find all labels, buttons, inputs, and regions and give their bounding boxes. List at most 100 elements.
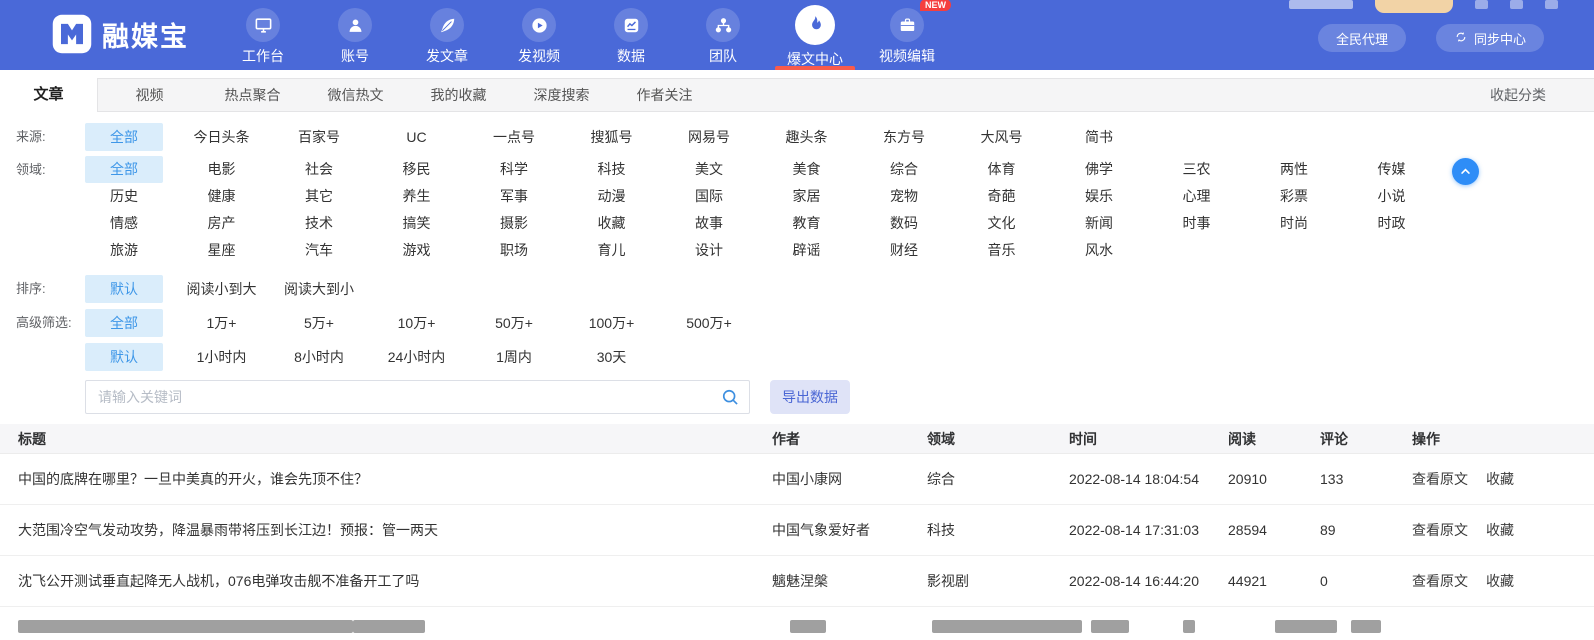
view-original-link[interactable]: 查看原文 [1412,471,1468,487]
field-option[interactable]: 其它 [280,183,358,210]
field-option[interactable]: 房产 [183,210,261,237]
source-option[interactable]: 今日头条 [183,123,261,151]
field-option[interactable]: 娱乐 [1060,183,1138,210]
field-option[interactable]: 彩票 [1255,183,1333,210]
nav-item-chart[interactable]: 数据 [585,0,677,70]
field-option[interactable]: 心理 [1158,183,1236,210]
time-range-option[interactable]: 8小时内 [280,343,358,371]
tab-视频[interactable]: 视频 [98,79,201,113]
time-range-option[interactable]: 24小时内 [378,343,456,371]
nav-item-team[interactable]: 团队 [677,0,769,70]
brand[interactable]: 融媒宝 [0,0,189,56]
field-option[interactable]: 历史 [85,183,163,210]
collapse-categories-link[interactable]: 收起分类 [1490,79,1546,111]
field-option[interactable]: 三农 [1158,156,1236,183]
field-option[interactable]: 摄影 [475,210,553,237]
search-input[interactable] [85,380,750,414]
field-option[interactable]: 汽车 [280,237,358,264]
source-option[interactable]: 大风号 [963,123,1041,151]
field-option[interactable]: 时事 [1158,210,1236,237]
article-title[interactable]: 沈飞公开测试垂直起降无人战机，076电弹攻击舰不准备开工了吗 [0,571,772,591]
source-option[interactable]: 趣头条 [768,123,846,151]
field-option[interactable]: 体育 [963,156,1041,183]
source-option[interactable]: 百家号 [280,123,358,151]
tab-热点聚合[interactable]: 热点聚合 [201,79,304,113]
field-option[interactable]: 情感 [85,210,163,237]
nav-item-monitor[interactable]: 工作台 [217,0,309,70]
field-option[interactable]: 两性 [1255,156,1333,183]
field-option[interactable]: 音乐 [963,237,1041,264]
favorite-link[interactable]: 收藏 [1486,522,1514,538]
field-option[interactable]: 设计 [670,237,748,264]
tab-深度搜索[interactable]: 深度搜索 [510,79,613,113]
sort-option[interactable]: 阅读小到大 [183,275,261,303]
field-option[interactable]: 科技 [573,156,651,183]
source-option[interactable]: 一点号 [475,123,553,151]
reads-range-option[interactable]: 10万+ [378,309,456,337]
time-range-option[interactable]: 1小时内 [183,343,261,371]
nav-item-user[interactable]: 账号 [309,0,401,70]
view-original-link[interactable]: 查看原文 [1412,522,1468,538]
field-option[interactable]: 辟谣 [768,237,846,264]
field-option[interactable]: 小说 [1353,183,1431,210]
reads-range-option[interactable]: 50万+ [475,309,553,337]
time-range-option[interactable]: 30天 [573,343,651,371]
field-option[interactable]: 国际 [670,183,748,210]
field-option[interactable]: 财经 [865,237,943,264]
field-option[interactable]: 电影 [183,156,261,183]
nav-item-flame[interactable]: 爆文中心 [769,0,861,70]
field-option[interactable]: 移民 [378,156,456,183]
tab-作者关注[interactable]: 作者关注 [613,79,716,113]
time-range-option[interactable]: 1周内 [475,343,553,371]
export-data-button[interactable]: 导出数据 [770,380,850,414]
field-option[interactable]: 宠物 [865,183,943,210]
field-option[interactable]: 风水 [1060,237,1138,264]
article-title[interactable]: 大范围冷空气发动攻势，降温暴雨带将压到长江边！预报：管一两天 [0,520,772,540]
field-option[interactable]: 全部 [85,156,163,183]
field-option[interactable]: 养生 [378,183,456,210]
field-option[interactable]: 美文 [670,156,748,183]
sort-option[interactable]: 阅读大到小 [280,275,358,303]
nav-item-feather[interactable]: 发文章 [401,0,493,70]
field-option[interactable]: 文化 [963,210,1041,237]
agency-button[interactable]: 全民代理 [1317,24,1406,52]
field-option[interactable]: 军事 [475,183,553,210]
field-option[interactable]: 数码 [865,210,943,237]
source-option[interactable]: 网易号 [670,123,748,151]
tab-我的收藏[interactable]: 我的收藏 [407,79,510,113]
field-option[interactable]: 美食 [768,156,846,183]
view-original-link[interactable]: 查看原文 [1412,573,1468,589]
field-option[interactable]: 佛学 [1060,156,1138,183]
field-option[interactable]: 搞笑 [378,210,456,237]
field-option[interactable]: 奇葩 [963,183,1041,210]
field-option[interactable]: 新闻 [1060,210,1138,237]
reads-range-option[interactable]: 全部 [85,309,163,337]
field-option[interactable]: 技术 [280,210,358,237]
tab-articles-active[interactable]: 文章 [0,78,97,112]
reads-range-option[interactable]: 100万+ [573,309,651,337]
field-option[interactable]: 传媒 [1353,156,1431,183]
field-option[interactable]: 收藏 [573,210,651,237]
favorite-link[interactable]: 收藏 [1486,573,1514,589]
source-option[interactable]: 简书 [1060,123,1138,151]
field-option[interactable]: 育儿 [573,237,651,264]
sort-option[interactable]: 默认 [85,275,163,303]
source-option[interactable]: 全部 [85,123,163,151]
nav-item-briefcase[interactable]: 视频编辑 NEW [861,0,953,70]
source-option[interactable]: 搜狐号 [573,123,651,151]
tab-微信热文[interactable]: 微信热文 [304,79,407,113]
field-option[interactable]: 时尚 [1255,210,1333,237]
field-option[interactable]: 动漫 [573,183,651,210]
field-option[interactable]: 星座 [183,237,261,264]
field-option[interactable]: 故事 [670,210,748,237]
field-option[interactable]: 家居 [768,183,846,210]
field-option[interactable]: 职场 [475,237,553,264]
article-title[interactable]: 中国的底牌在哪里？一旦中美真的开火，谁会先顶不住？ [0,469,772,489]
favorite-link[interactable]: 收藏 [1486,471,1514,487]
collapse-field-button[interactable] [1452,158,1479,185]
nav-item-play[interactable]: 发视频 [493,0,585,70]
field-option[interactable]: 综合 [865,156,943,183]
reads-range-option[interactable]: 1万+ [183,309,261,337]
reads-range-option[interactable]: 500万+ [670,309,748,337]
field-option[interactable]: 游戏 [378,237,456,264]
